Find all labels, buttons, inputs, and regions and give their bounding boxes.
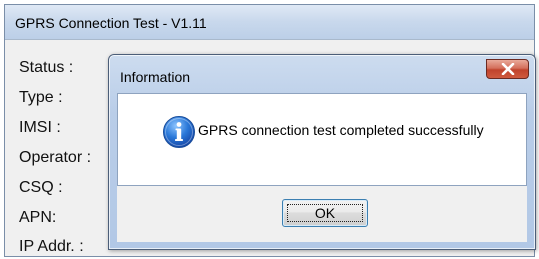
- operator-label: Operator :: [19, 149, 92, 166]
- close-button[interactable]: [486, 59, 529, 79]
- close-x-icon: [501, 63, 514, 75]
- dialog-message: GPRS connection test completed successfu…: [198, 122, 484, 138]
- dialog-title: Information: [120, 69, 191, 85]
- apn-label: APN:: [19, 209, 57, 226]
- information-dialog: Information GPRS connection test complet…: [108, 54, 536, 250]
- main-window-title: GPRS Connection Test - V1.11: [15, 15, 207, 31]
- information-icon: [163, 116, 195, 148]
- ok-button-label: OK: [314, 205, 336, 221]
- csq-label: CSQ :: [19, 179, 63, 196]
- dialog-message-area: GPRS connection test completed successfu…: [117, 93, 527, 186]
- status-label: Status :: [19, 59, 74, 76]
- type-label: Type :: [19, 89, 63, 106]
- main-titlebar[interactable]: GPRS Connection Test - V1.11: [5, 5, 534, 39]
- imsi-label: IMSI :: [19, 119, 61, 136]
- ok-button[interactable]: OK: [282, 199, 368, 227]
- background-blur: [275, 13, 525, 23]
- ip-addr-label: IP Addr. :: [19, 238, 84, 255]
- dialog-button-bar: OK: [117, 186, 527, 242]
